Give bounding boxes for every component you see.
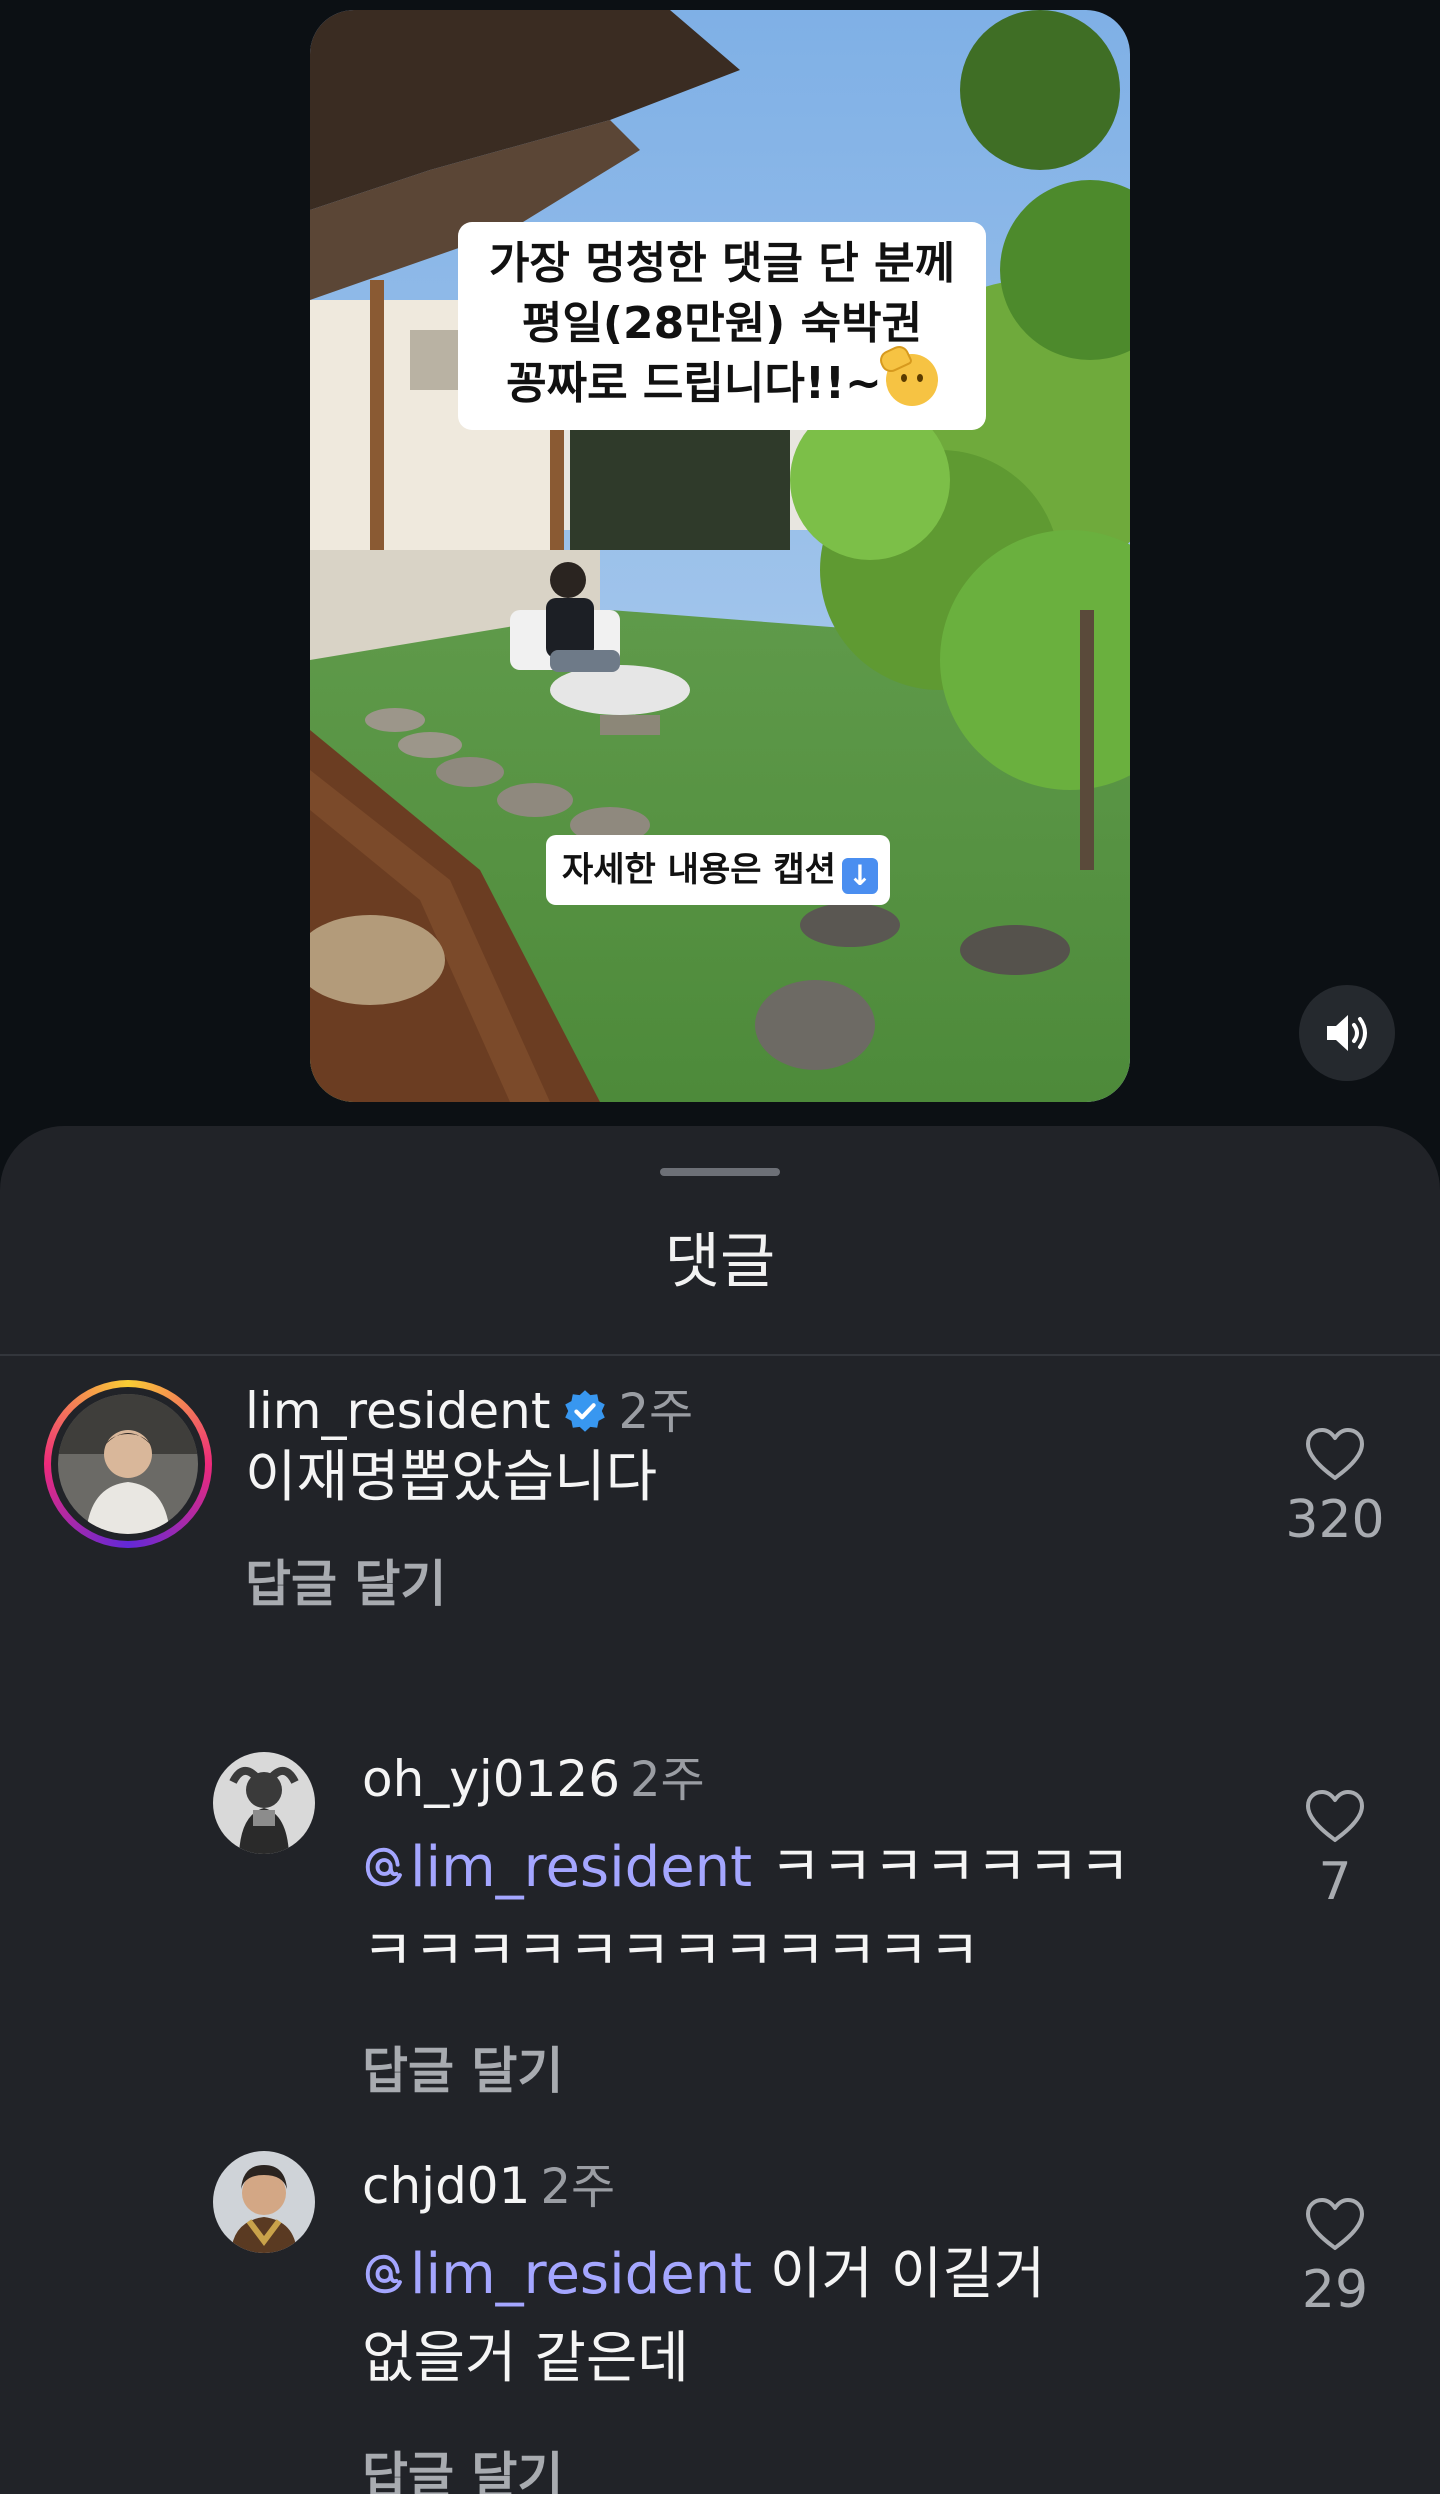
garden-scene-image — [310, 10, 1130, 1102]
comment-header: oh_yj0126 2주 — [362, 1744, 705, 1814]
sheet-drag-handle[interactable] — [660, 1168, 780, 1176]
speaker-icon — [1327, 1015, 1367, 1051]
mute-toggle-button[interactable] — [1299, 985, 1395, 1081]
reply-button[interactable]: 답글 달기 — [362, 2436, 563, 2494]
sheet-title: 댓글 — [664, 1227, 776, 1297]
comment-time: 2주 — [618, 1384, 694, 1440]
username[interactable]: chjd01 — [362, 2157, 530, 2215]
comment-header: chjd01 2주 — [362, 2151, 615, 2221]
username[interactable]: lim_resident — [245, 1382, 550, 1440]
mention-username: lim_resident — [410, 2242, 753, 2307]
avatar[interactable] — [213, 2151, 315, 2253]
comment-text-line2: ㅋㅋㅋㅋㅋㅋㅋㅋㅋㅋㅋㅋ — [362, 1919, 981, 1984]
comment-time: 2주 — [630, 1752, 705, 1808]
reply-item: oh_yj0126 2주 lim_resident ㅋㅋㅋㅋㅋㅋㅋ ㅋㅋㅋㅋㅋㅋㅋ… — [0, 1716, 1440, 2136]
like-button[interactable]: 320 — [1275, 1426, 1395, 1550]
comment-text: 이재명뽑았습니다 — [245, 1445, 658, 1510]
avatar[interactable] — [58, 1394, 198, 1534]
like-button[interactable]: 7 — [1275, 1788, 1395, 1912]
comment-text-line1: 이거 이길거 — [769, 2242, 1046, 2307]
heart-icon — [1306, 1428, 1364, 1480]
reply-item: chjd01 2주 lim_resident 이거 이길거 없을거 같은데 답글 … — [0, 2141, 1440, 2494]
saluting-face-emoji — [876, 342, 938, 406]
reel-video[interactable]: 가장 멍청한 댓글 단 분께 평일(28만원) 숙박권 꽁짜로 드립니다!!~ … — [310, 10, 1130, 1102]
like-count: 320 — [1285, 1490, 1385, 1550]
mention-username: lim_resident — [410, 1835, 753, 1900]
caption-line-3-row: 꽁짜로 드립니다!!~ — [466, 342, 978, 414]
screen: 가장 멍청한 댓글 단 분께 평일(28만원) 숙박권 꽁짜로 드립니다!!~ … — [0, 0, 1440, 2494]
comment-text-line1: ㅋㅋㅋㅋㅋㅋㅋ — [769, 1835, 1131, 1900]
heart-icon — [1306, 2198, 1364, 2250]
sub-caption-text: 자세한 내용은 캡션 — [562, 850, 836, 890]
like-count: 29 — [1301, 2260, 1369, 2320]
comment-text: lim_resident 이거 이길거 없을거 같은데 — [362, 2233, 1242, 2401]
verified-badge-icon — [565, 1390, 606, 1432]
like-button[interactable]: 29 — [1275, 2196, 1395, 2320]
caption-line-1: 가장 멍청한 댓글 단 분께 — [488, 238, 956, 289]
heart-icon — [1306, 1790, 1364, 1842]
mention-link[interactable]: lim_resident — [362, 2242, 752, 2307]
comments-sheet: 댓글 lim_resident 2주 이재명뽑았습니다 답글 달기 320 oh… — [0, 1126, 1440, 2494]
comment-time: 2주 — [540, 2159, 616, 2215]
video-caption-overlay: 가장 멍청한 댓글 단 분께 평일(28만원) 숙박권 꽁짜로 드립니다!!~ — [458, 222, 986, 430]
arrow-down-icon: ↓ — [841, 858, 878, 894]
reply-button[interactable]: 답글 달기 — [245, 1544, 446, 1616]
reply-button[interactable]: 답글 달기 — [362, 2031, 563, 2103]
username[interactable]: oh_yj0126 — [362, 1750, 620, 1808]
video-sub-caption: 자세한 내용은 캡션 ↓ — [546, 835, 890, 905]
divider — [0, 1354, 1440, 1356]
comment-text-line2: 없을거 같은데 — [362, 2326, 689, 2391]
like-count: 7 — [1318, 1852, 1352, 1912]
avatar[interactable] — [213, 1752, 315, 1854]
comment-text: lim_resident ㅋㅋㅋㅋㅋㅋㅋ ㅋㅋㅋㅋㅋㅋㅋㅋㅋㅋㅋㅋ — [362, 1826, 1242, 1994]
mention-link[interactable]: lim_resident — [362, 1835, 752, 1900]
threads-at-icon — [365, 2254, 402, 2294]
threads-at-icon — [365, 1847, 402, 1887]
caption-line-3: 꽁짜로 드립니다!!~ — [506, 358, 882, 409]
